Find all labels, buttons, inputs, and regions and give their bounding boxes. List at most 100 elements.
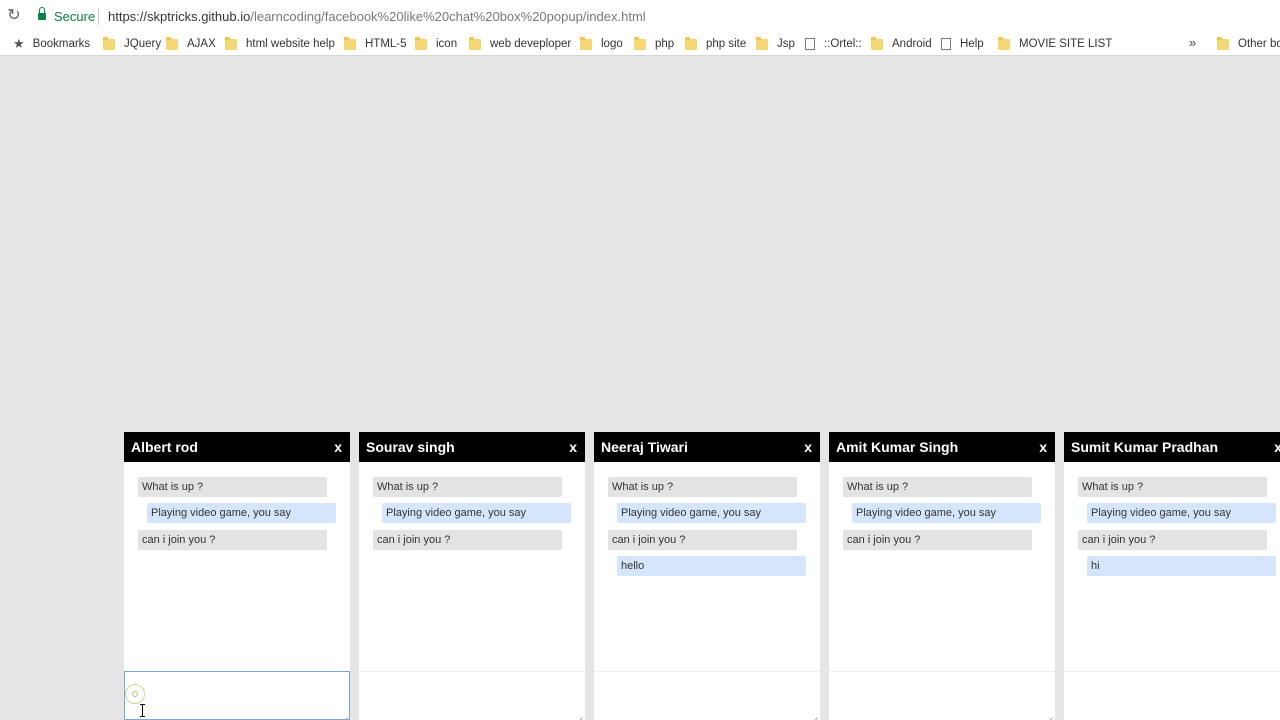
message-received: can i join you ? <box>843 530 1032 550</box>
chat-title: Albert rod <box>131 439 198 455</box>
bookmark-label: php site <box>706 38 747 50</box>
page-icon <box>941 38 951 50</box>
message-received: What is up ? <box>138 477 327 497</box>
message-sent: Playing video game, you say <box>617 503 806 523</box>
bookmark-2[interactable]: AJAX <box>166 36 216 52</box>
message-sent: Playing video game, you say <box>382 503 571 523</box>
message-list: What is up ? Playing video game, you say c… <box>1064 462 1280 671</box>
bookmark-label: ::Ortel:: <box>824 38 862 50</box>
chat-title: Amit Kumar Singh <box>836 439 959 455</box>
close-button[interactable]: x <box>1274 439 1280 455</box>
message-received: can i join you ? <box>138 530 327 550</box>
message-list: What is up ? Playing video game, you say c… <box>124 462 350 671</box>
bookmark-7[interactable]: logo <box>580 36 623 52</box>
chat-message-input[interactable] <box>359 671 585 720</box>
other-bookmarks[interactable]: Other bookmarks <box>1217 36 1280 52</box>
bookmark-label: web deveploper <box>490 38 572 50</box>
chat-message-input[interactable] <box>594 671 820 720</box>
url-field[interactable]: https://skptricks.github.io/learncoding/… <box>108 9 646 24</box>
folder-icon <box>103 36 115 50</box>
bookmark-label: icon <box>436 38 458 50</box>
message-received: can i join you ? <box>608 530 797 550</box>
address-divider <box>98 8 99 25</box>
folder-icon <box>756 36 768 50</box>
chat-popup: Sourav singh x What is up ? Playing video g… <box>359 432 585 720</box>
address-bar: ↻ Secure https://skptricks.github.io/lea… <box>0 0 1280 32</box>
folder-icon <box>1217 36 1229 50</box>
folder-icon <box>871 36 883 50</box>
bookmarks-bar: ★ Bookmarks JQuery AJAX html website help HTM… <box>0 32 1280 56</box>
message-list: What is up ? Playing video game, you say c… <box>829 462 1055 671</box>
close-button[interactable]: x <box>569 439 577 455</box>
chat-message-input[interactable] <box>829 671 1055 720</box>
bookmark-11[interactable]: ::Ortel:: <box>805 36 862 52</box>
bookmark-4[interactable]: HTML-5 <box>344 36 407 52</box>
reload-icon[interactable]: ↻ <box>5 7 23 25</box>
folder-icon <box>685 36 697 50</box>
folder-icon <box>225 36 237 50</box>
chat-message-input[interactable] <box>124 671 350 720</box>
message-received: What is up ? <box>373 477 562 497</box>
chat-message-input[interactable] <box>1064 671 1280 720</box>
chat-title: Sourav singh <box>366 439 455 455</box>
bookmark-label: Android <box>892 38 932 50</box>
chat-popup: Neeraj Tiwari x What is up ? Playing video … <box>594 432 820 720</box>
folder-icon <box>580 36 592 50</box>
message-sent: Playing video game, you say <box>852 503 1041 523</box>
message-list: What is up ? Playing video game, you say c… <box>594 462 820 671</box>
chat-header[interactable]: Albert rod x <box>124 432 350 462</box>
folder-icon <box>166 36 178 50</box>
bookmark-label: html website help <box>246 38 335 50</box>
folder-icon <box>469 36 481 50</box>
bookmark-10[interactable]: Jsp <box>756 36 795 52</box>
bookmark-9[interactable]: php site <box>685 36 746 52</box>
url-host: https://skptricks.github.io <box>108 9 251 24</box>
close-button[interactable]: x <box>804 439 812 455</box>
bookmark-label: AJAX <box>187 38 216 50</box>
chat-popup: Amit Kumar Singh x What is up ? Playing vid… <box>829 432 1055 720</box>
bookmark-label: Bookmarks <box>32 38 91 50</box>
bookmark-label: Jsp <box>777 38 795 50</box>
bookmark-label: Help <box>960 38 984 50</box>
message-sent: Playing video game, you say <box>1087 503 1276 523</box>
folder-icon <box>634 36 646 50</box>
message-received: can i join you ? <box>373 530 562 550</box>
chat-title: Sumit Kumar Pradhan <box>1071 439 1219 455</box>
bookmark-8[interactable]: php <box>634 36 674 52</box>
message-sent: Playing video game, you say <box>147 503 336 523</box>
chat-header[interactable]: Sumit Kumar Pradhan x <box>1064 432 1280 462</box>
bookmark-1[interactable]: JQuery <box>103 36 161 52</box>
lock-icon <box>38 7 46 20</box>
folder-icon <box>415 36 427 50</box>
chat-popup: Albert rod x What is up ? Playing video gam… <box>124 432 350 720</box>
message-received: What is up ? <box>843 477 1032 497</box>
chat-popup: Sumit Kumar Pradhan x What is up ? Playing … <box>1064 432 1280 720</box>
chat-header[interactable]: Neeraj Tiwari x <box>594 432 820 462</box>
message-received: can i join you ? <box>1078 530 1267 550</box>
folder-icon <box>344 36 356 50</box>
bookmark-label: logo <box>601 38 623 50</box>
bookmark-0[interactable]: ★ Bookmarks <box>13 36 90 52</box>
bookmark-3[interactable]: html website help <box>225 36 335 52</box>
message-list: What is up ? Playing video game, you say c… <box>359 462 585 671</box>
chat-header[interactable]: Amit Kumar Singh x <box>829 432 1055 462</box>
bookmark-14[interactable]: MOVIE SITE LIST <box>998 36 1112 52</box>
bookmark-6[interactable]: web deveploper <box>469 36 571 52</box>
message-received: What is up ? <box>608 477 797 497</box>
folder-icon <box>998 36 1010 50</box>
secure-label[interactable]: Secure <box>54 9 95 24</box>
message-sent: hello <box>617 556 806 576</box>
bookmark-12[interactable]: Android <box>871 36 932 52</box>
close-button[interactable]: x <box>1039 439 1047 455</box>
page-icon <box>805 38 815 50</box>
bookmark-5[interactable]: icon <box>415 36 457 52</box>
message-sent: hi <box>1087 556 1276 576</box>
close-button[interactable]: x <box>334 439 342 455</box>
chat-title: Neeraj Tiwari <box>601 439 688 455</box>
chat-header[interactable]: Sourav singh x <box>359 432 585 462</box>
url-path: /learncoding/facebook%20like%20chat%20bo… <box>250 9 646 24</box>
bookmarks-overflow-button[interactable]: » <box>1189 35 1196 50</box>
bookmark-label: MOVIE SITE LIST <box>1019 38 1113 50</box>
bookmark-13[interactable]: Help <box>941 36 984 52</box>
other-bookmarks-label: Other bookmarks <box>1238 38 1280 50</box>
